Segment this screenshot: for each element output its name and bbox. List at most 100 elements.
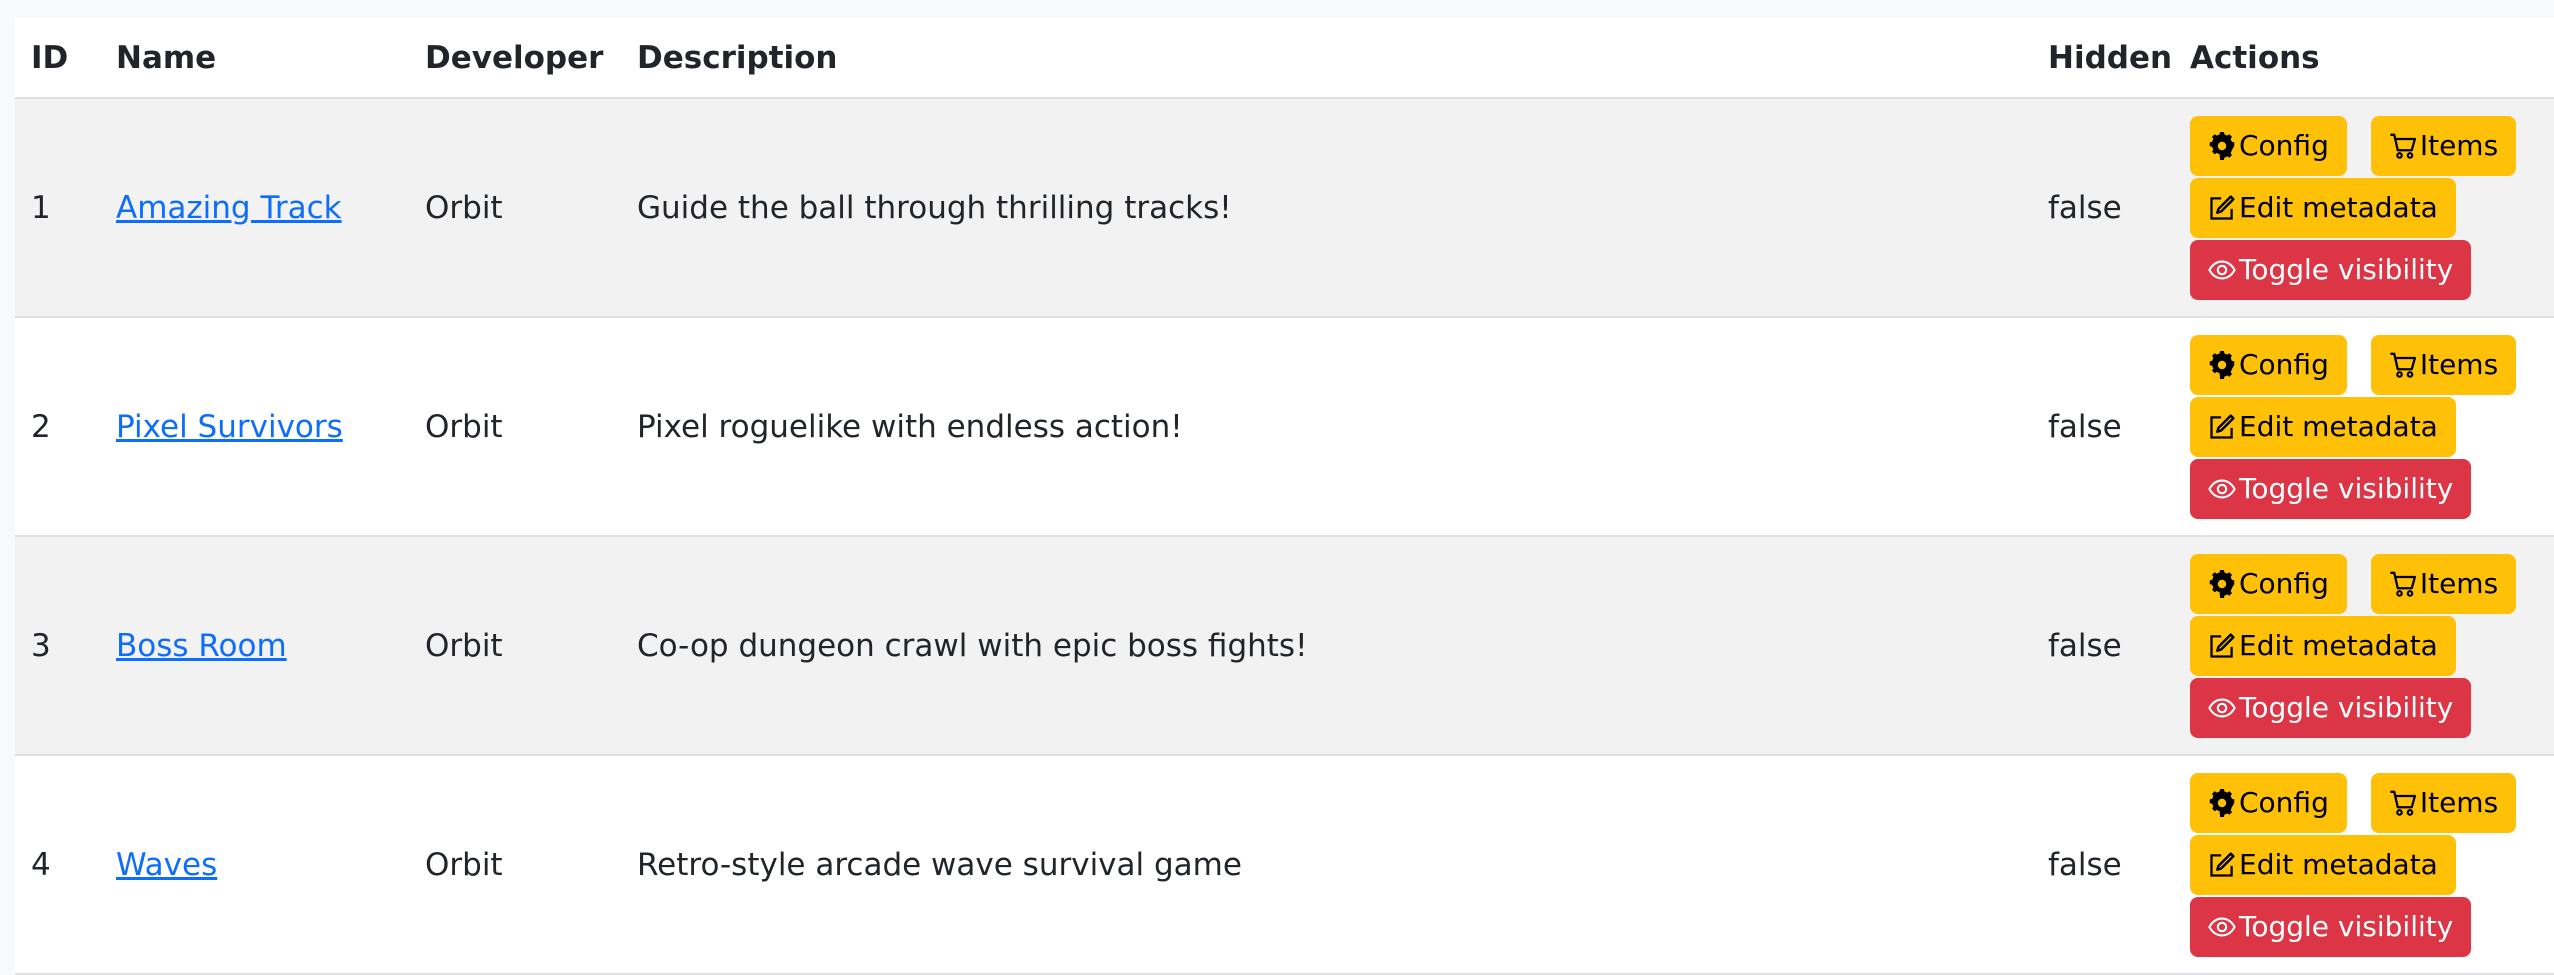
pencil-square-icon bbox=[2210, 632, 2235, 658]
cell-name: Amazing Track bbox=[100, 98, 409, 318]
edit-metadata-label: Edit metadata bbox=[2239, 629, 2438, 662]
game-id: 2 bbox=[31, 408, 51, 445]
edit-metadata-button[interactable]: Edit metadata bbox=[2190, 177, 2456, 238]
cell-description: Retro-style arcade wave survival game bbox=[621, 755, 2032, 975]
row-actions: Config Items Edit metadata Toggle visibi… bbox=[2190, 772, 2550, 957]
cell-name: Pixel Survivors bbox=[100, 317, 409, 537]
toggle-visibility-button[interactable]: Toggle visibility bbox=[2190, 677, 2472, 738]
items-label: Items bbox=[2419, 567, 2499, 600]
items-button[interactable]: Items bbox=[2370, 115, 2517, 176]
row-actions: Config Items Edit metadata Toggle visibi… bbox=[2190, 115, 2550, 300]
config-button[interactable]: Config bbox=[2190, 553, 2347, 614]
cell-id: 3 bbox=[15, 536, 100, 756]
cell-id: 1 bbox=[15, 98, 100, 318]
game-developer: Orbit bbox=[425, 627, 503, 664]
games-table: ID Name Developer Description Hidden Act… bbox=[15, 18, 2554, 975]
edit-metadata-label: Edit metadata bbox=[2239, 191, 2438, 224]
header-developer: Developer bbox=[409, 18, 621, 99]
edit-metadata-button[interactable]: Edit metadata bbox=[2190, 834, 2456, 895]
cell-name: Waves bbox=[100, 755, 409, 975]
cell-developer: Orbit bbox=[409, 317, 621, 537]
edit-metadata-button[interactable]: Edit metadata bbox=[2190, 615, 2456, 676]
gear-icon bbox=[2209, 569, 2235, 598]
pencil-square-icon bbox=[2210, 413, 2235, 439]
gear-icon bbox=[2209, 131, 2235, 160]
game-developer: Orbit bbox=[425, 408, 503, 445]
game-hidden-value: false bbox=[2048, 846, 2122, 883]
config-button[interactable]: Config bbox=[2190, 772, 2347, 833]
table-body: 1 Amazing Track Orbit Guide the ball thr… bbox=[15, 98, 2554, 975]
game-name-link[interactable]: Waves bbox=[116, 847, 217, 883]
game-name-link[interactable]: Amazing Track bbox=[116, 190, 342, 226]
toggle-visibility-button[interactable]: Toggle visibility bbox=[2190, 458, 2472, 519]
table-header: ID Name Developer Description Hidden Act… bbox=[15, 18, 2554, 99]
game-hidden-value: false bbox=[2048, 189, 2122, 226]
cart-icon bbox=[2390, 571, 2416, 597]
header-description: Description bbox=[621, 18, 2032, 99]
header-hidden: Hidden bbox=[2032, 18, 2174, 99]
toggle-visibility-button[interactable]: Toggle visibility bbox=[2190, 896, 2472, 957]
cell-actions: Config Items Edit metadata Toggle visibi… bbox=[2174, 98, 2554, 318]
header-actions: Actions bbox=[2174, 18, 2554, 99]
cell-id: 4 bbox=[15, 755, 100, 975]
game-developer: Orbit bbox=[425, 189, 503, 226]
cell-developer: Orbit bbox=[409, 98, 621, 318]
items-label: Items bbox=[2419, 786, 2499, 819]
cell-hidden: false bbox=[2032, 755, 2174, 975]
cart-icon bbox=[2390, 352, 2416, 378]
game-hidden-value: false bbox=[2048, 627, 2122, 664]
toggle-visibility-label: Toggle visibility bbox=[2239, 691, 2454, 724]
row-actions: Config Items Edit metadata Toggle visibi… bbox=[2190, 553, 2550, 738]
games-table-panel: ID Name Developer Description Hidden Act… bbox=[15, 18, 2554, 975]
cell-actions: Config Items Edit metadata Toggle visibi… bbox=[2174, 755, 2554, 975]
cell-description: Guide the ball through thrilling tracks! bbox=[621, 98, 2032, 318]
game-description: Retro-style arcade wave survival game bbox=[637, 846, 1242, 883]
toggle-visibility-label: Toggle visibility bbox=[2239, 253, 2454, 286]
config-button[interactable]: Config bbox=[2190, 334, 2347, 395]
cell-description: Pixel roguelike with endless action! bbox=[621, 317, 2032, 537]
eye-icon bbox=[2208, 479, 2236, 498]
cell-description: Co-op dungeon crawl with epic boss fight… bbox=[621, 536, 2032, 756]
game-description: Co-op dungeon crawl with epic boss fight… bbox=[637, 627, 1308, 664]
config-button[interactable]: Config bbox=[2190, 115, 2347, 176]
toggle-visibility-label: Toggle visibility bbox=[2239, 910, 2454, 943]
game-developer: Orbit bbox=[425, 846, 503, 883]
eye-icon bbox=[2208, 917, 2236, 936]
cell-actions: Config Items Edit metadata Toggle visibi… bbox=[2174, 536, 2554, 756]
table-row: 2 Pixel Survivors Orbit Pixel roguelike … bbox=[15, 317, 2554, 537]
table-row: 3 Boss Room Orbit Co-op dungeon crawl wi… bbox=[15, 536, 2554, 756]
cell-id: 2 bbox=[15, 317, 100, 537]
game-description: Guide the ball through thrilling tracks! bbox=[637, 189, 1232, 226]
cart-icon bbox=[2390, 790, 2416, 816]
header-name: Name bbox=[100, 18, 409, 99]
header-row: ID Name Developer Description Hidden Act… bbox=[15, 18, 2554, 99]
config-label: Config bbox=[2239, 348, 2329, 381]
gear-icon bbox=[2209, 350, 2235, 379]
cell-name: Boss Room bbox=[100, 536, 409, 756]
config-label: Config bbox=[2239, 129, 2329, 162]
game-name-link[interactable]: Boss Room bbox=[116, 628, 287, 664]
config-label: Config bbox=[2239, 567, 2329, 600]
items-button[interactable]: Items bbox=[2370, 772, 2517, 833]
toggle-visibility-button[interactable]: Toggle visibility bbox=[2190, 239, 2472, 300]
cart-icon bbox=[2390, 133, 2416, 159]
items-label: Items bbox=[2419, 129, 2499, 162]
edit-metadata-label: Edit metadata bbox=[2239, 410, 2438, 443]
edit-metadata-button[interactable]: Edit metadata bbox=[2190, 396, 2456, 457]
row-actions: Config Items Edit metadata Toggle visibi… bbox=[2190, 334, 2550, 519]
cell-developer: Orbit bbox=[409, 536, 621, 756]
cell-hidden: false bbox=[2032, 536, 2174, 756]
game-name-link[interactable]: Pixel Survivors bbox=[116, 409, 343, 445]
eye-icon bbox=[2208, 698, 2236, 717]
items-button[interactable]: Items bbox=[2370, 334, 2517, 395]
game-description: Pixel roguelike with endless action! bbox=[637, 408, 1183, 445]
game-id: 1 bbox=[31, 189, 51, 226]
eye-icon bbox=[2208, 260, 2236, 279]
pencil-square-icon bbox=[2210, 194, 2235, 220]
config-label: Config bbox=[2239, 786, 2329, 819]
cell-hidden: false bbox=[2032, 98, 2174, 318]
cell-actions: Config Items Edit metadata Toggle visibi… bbox=[2174, 317, 2554, 537]
edit-metadata-label: Edit metadata bbox=[2239, 848, 2438, 881]
game-hidden-value: false bbox=[2048, 408, 2122, 445]
items-button[interactable]: Items bbox=[2370, 553, 2517, 614]
